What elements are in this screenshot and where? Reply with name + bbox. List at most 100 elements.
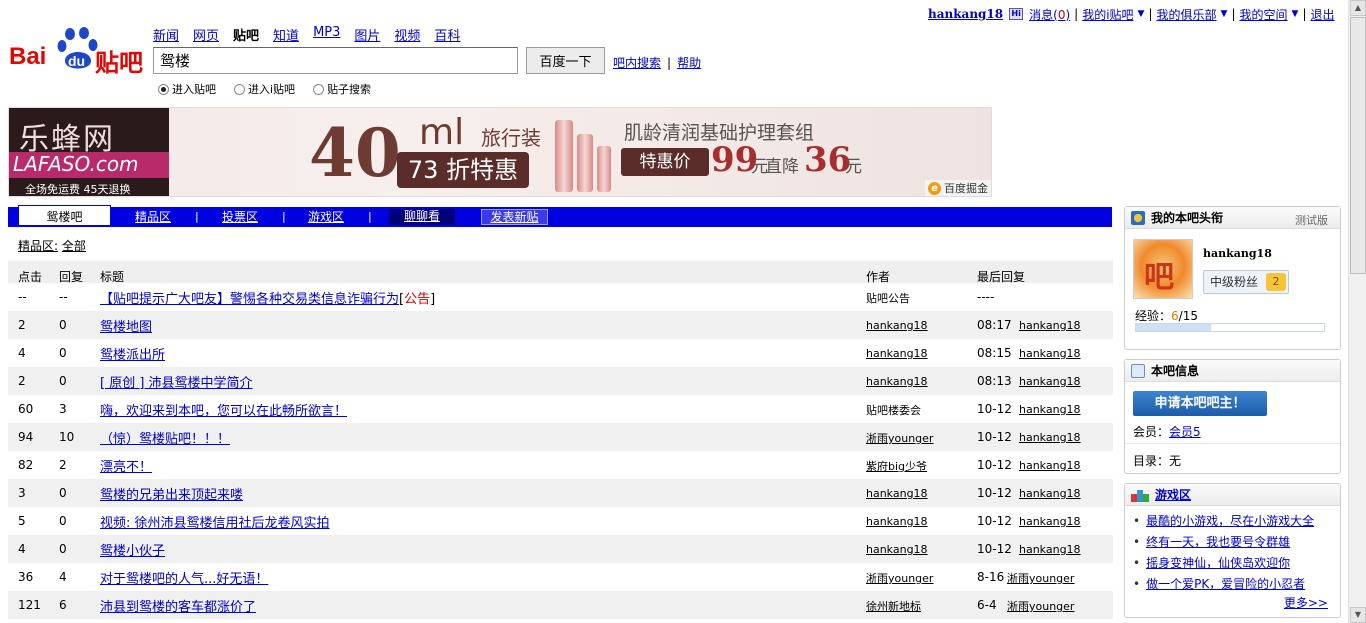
nav-zhidao[interactable]: 知道 (273, 25, 299, 44)
table-row: 2 0 鸳楼地图 hankang18 08:17 hankang18 (8, 311, 1113, 339)
tab-vote[interactable]: 投票区 (222, 208, 258, 227)
tab-bar-home[interactable]: 鸳楼吧 (18, 205, 111, 225)
members-label: 会员： (1133, 425, 1170, 439)
chevron-down-icon[interactable]: ▼ (1138, 9, 1145, 19)
chevron-down-icon[interactable]: ▼ (1221, 9, 1228, 19)
tab-featured[interactable]: 精品区 (135, 208, 171, 227)
author-link[interactable]: 淅雨younger (866, 432, 933, 445)
cell-last-time: 08:15 (977, 346, 1012, 360)
my-space-link[interactable]: 我的空间 (1240, 6, 1288, 23)
last-user-link[interactable]: hankang18 (1019, 347, 1081, 360)
game-link[interactable]: 摇身变神仙，仙侠岛欢迎你 (1146, 556, 1290, 570)
ad-tag-label: 百度掘金 (944, 182, 988, 195)
last-user-link[interactable]: hankang18 (1019, 431, 1081, 444)
author-link[interactable]: hankang18 (866, 487, 928, 500)
last-user-link[interactable]: hankang18 (1019, 487, 1081, 500)
radio-enter-ibar[interactable]: 进入i贴吧 (234, 81, 295, 97)
cell-title: 鸳楼小伙子 (100, 540, 165, 559)
author-link[interactable]: hankang18 (866, 319, 928, 332)
logout-link[interactable]: 退出 (1310, 6, 1334, 23)
thread-title-link[interactable]: 漂亮不！ (100, 460, 152, 475)
thread-title-link[interactable]: 鸳楼的兄弟出来顶起来喽 (100, 488, 243, 503)
radio-post-search[interactable]: 贴子搜索 (313, 81, 371, 97)
last-user-link[interactable]: hankang18 (1019, 459, 1081, 472)
divider: | (195, 210, 199, 223)
thread-title-link[interactable]: 沛县到鸳楼的客车都涨价了 (100, 600, 256, 615)
thread-title-link[interactable]: 鸳楼小伙子 (100, 544, 165, 559)
thread-title-link[interactable]: （惊）鸳楼贴吧！！！ (100, 432, 230, 447)
last-user-link[interactable]: hankang18 (1019, 375, 1081, 388)
last-user-link[interactable]: hankang18 (1019, 403, 1081, 416)
game-link[interactable]: 最酷的小游戏，尽在小游戏大全 (1146, 514, 1314, 528)
games-title-link[interactable]: 游戏区 (1155, 486, 1191, 503)
author-link[interactable]: hankang18 (866, 515, 928, 528)
scroll-up-icon[interactable]: ▲ (1350, 0, 1366, 16)
nav-web[interactable]: 网页 (193, 25, 219, 44)
avatar[interactable]: 吧 (1133, 239, 1193, 299)
scrollbar[interactable]: ▲ ▼ (1348, 0, 1366, 623)
last-user-link[interactable]: 淅雨younger (1007, 600, 1074, 613)
apply-moderator-button[interactable]: 申请本吧吧主！ (1133, 391, 1267, 416)
scrollbar-thumb[interactable] (1350, 17, 1366, 274)
ad-tag[interactable]: e 百度掘金 (925, 180, 991, 196)
my-title-panel: 我的本吧头衔 测试版 吧 hankang18 中级粉丝 2 经验：6/15 (1124, 206, 1341, 350)
radio-unchecked-icon[interactable] (313, 83, 325, 95)
more-games-link[interactable]: 更多>> (1284, 594, 1328, 611)
search-input[interactable] (153, 47, 518, 74)
members-link[interactable]: 会员5 (1169, 425, 1201, 439)
thread-table: 点击 回复 标题 作者 最后回复 -- -- 【贴吧提示广大吧友】警惕各种交易类信息… (8, 261, 1113, 619)
game-link[interactable]: 做一个爱PK，爱冒险的小忍者 (1146, 577, 1305, 591)
thread-title-link[interactable]: 视频: 徐州沛县鸳楼信用社后龙卷风实拍 (100, 516, 330, 531)
username-link[interactable]: hankang18 (928, 7, 1003, 21)
ad-banner[interactable]: 乐蜂网 LAFASO.com 全场免运费 45天退换 40 ml 旅行装 73 … (8, 107, 992, 197)
last-user-link[interactable]: hankang18 (1019, 543, 1081, 556)
baidu-e-icon: e (928, 181, 941, 195)
breadcrumb-featured[interactable]: 精品区: (18, 239, 58, 253)
table-row: -- -- 【贴吧提示广大吧友】警惕各种交易类信息诈骗行为[公告] 贴吧公告 ---- (8, 283, 1113, 311)
baidu-tieba-logo[interactable]: Bai du 贴吧 (9, 27, 145, 77)
last-user-link[interactable]: hankang18 (1019, 319, 1081, 332)
tab-games[interactable]: 游戏区 (308, 208, 344, 227)
cell-author: hankang18 (866, 514, 928, 528)
table-row: 94 10 （惊）鸳楼贴吧！！！ 淅雨younger 10-12 hankang18 (8, 423, 1113, 451)
messages-link[interactable]: 消息(0) (1029, 6, 1070, 23)
last-user-link[interactable]: hankang18 (1019, 515, 1081, 528)
thread-title-link[interactable]: [ 原创 ] 沛县鸳楼中学简介 (100, 376, 253, 391)
radio-checked-icon[interactable] (158, 83, 169, 95)
scroll-down-icon[interactable]: ▼ (1350, 607, 1366, 623)
author-link[interactable]: hankang18 (866, 347, 928, 360)
thread-title-link[interactable]: 【贴吧提示广大吧友】警惕各种交易类信息诈骗行为 (100, 292, 399, 307)
nav-mp3[interactable]: MP3 (313, 25, 340, 44)
last-user-link[interactable]: 淅雨younger (1007, 572, 1074, 585)
cell-title: 视频: 徐州沛县鸳楼信用社后龙卷风实拍 (100, 512, 330, 531)
search-button[interactable]: 百度一下 (526, 47, 605, 74)
author-link[interactable]: 淅雨younger (866, 572, 933, 585)
radio-unchecked-icon[interactable] (234, 83, 245, 95)
help-link[interactable]: 帮助 (677, 56, 701, 70)
author-link[interactable]: 紫府big少爷 (866, 460, 927, 473)
author-link[interactable]: 徐州新地标 (866, 600, 921, 613)
table-row: 121 6 沛县到鸳楼的客车都涨价了 徐州新地标 6-4 淅雨younger (8, 591, 1113, 619)
search-in-bar-link[interactable]: 吧内搜索 (613, 56, 661, 70)
nav-video[interactable]: 视频 (394, 25, 420, 44)
new-post-button[interactable]: 发表新贴 (481, 209, 548, 225)
thread-title-link[interactable]: 对于鸳楼吧的人气...好无语！ (100, 572, 268, 587)
panel-header: 我的本吧头衔 测试版 (1125, 207, 1340, 229)
thread-title-link[interactable]: 嗨，欢迎来到本吧，您可以在此畅所欲言！ (100, 404, 347, 419)
my-club-link[interactable]: 我的俱乐部 (1157, 6, 1217, 23)
breadcrumb-all[interactable]: 全部 (62, 239, 86, 253)
author-link[interactable]: hankang18 (866, 543, 928, 556)
nav-images[interactable]: 图片 (354, 25, 380, 44)
nav-baike[interactable]: 百科 (434, 25, 460, 44)
game-link[interactable]: 终有一天，我也要号令群雄 (1146, 535, 1290, 549)
nav-news[interactable]: 新闻 (153, 25, 179, 44)
nav-tieba[interactable]: 贴吧 (233, 25, 259, 44)
chevron-down-icon[interactable]: ▼ (1292, 9, 1299, 19)
author-link[interactable]: hankang18 (866, 375, 928, 388)
thread-title-link[interactable]: 鸳楼地图 (100, 320, 152, 335)
chat-button[interactable]: 聊聊看 (389, 209, 455, 225)
thread-title-link[interactable]: 鸳楼派出所 (100, 348, 165, 363)
my-ibar-link[interactable]: 我的i贴吧 (1082, 6, 1133, 23)
hi-icon[interactable]: Hi (1009, 8, 1024, 20)
radio-enter-bar[interactable]: 进入贴吧 (158, 81, 216, 97)
